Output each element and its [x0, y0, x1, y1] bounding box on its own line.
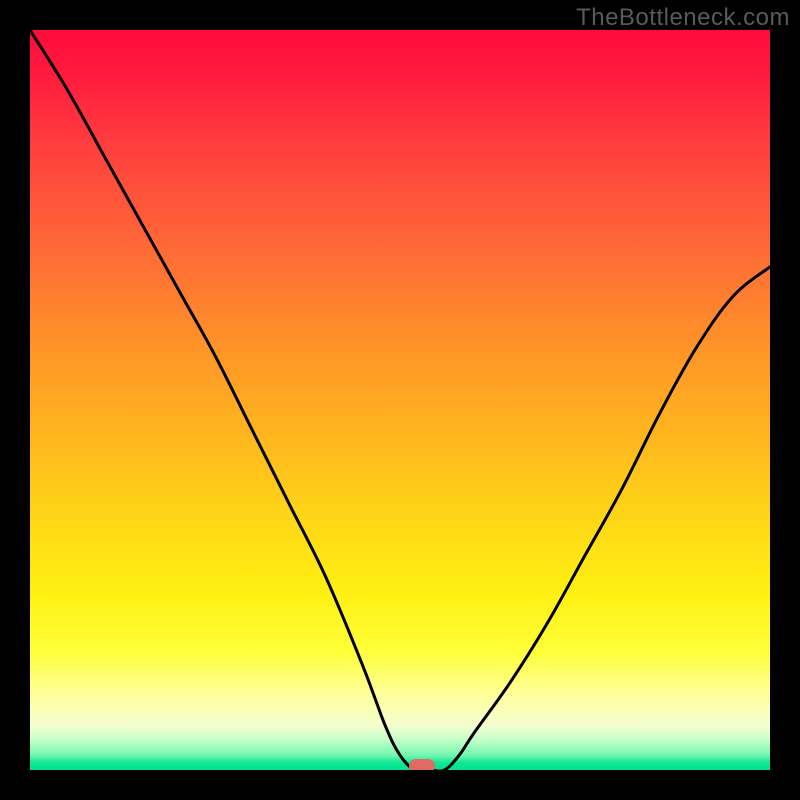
chart-frame: TheBottleneck.com — [0, 0, 800, 800]
optimal-point-marker — [409, 759, 435, 770]
watermark-text: TheBottleneck.com — [576, 4, 790, 32]
bottleneck-curve — [30, 30, 770, 770]
plot-area — [30, 30, 770, 770]
